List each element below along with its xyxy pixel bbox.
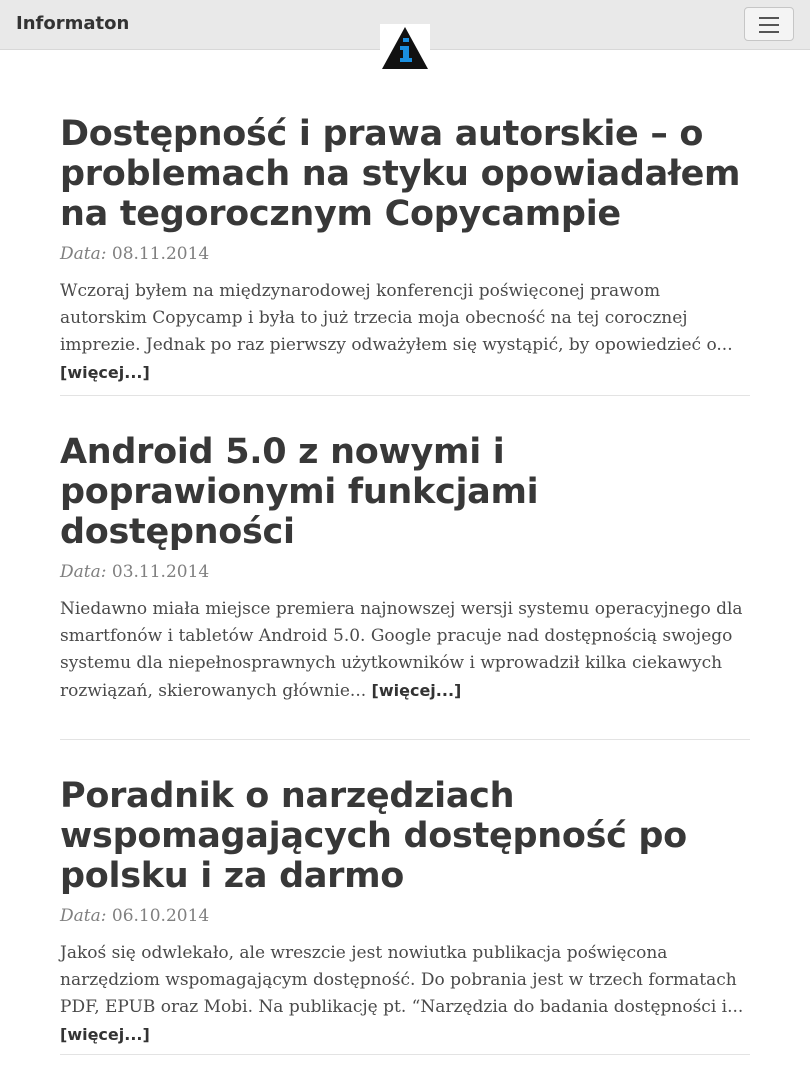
hamburger-menu-icon xyxy=(759,17,779,19)
post-excerpt: Jakoś się odwlekało, ale wreszcie jest n… xyxy=(60,940,750,1049)
post-list: Dostępność i prawa autorskie – o problem… xyxy=(60,114,750,1055)
brand-link[interactable]: Informaton xyxy=(16,13,129,34)
post-item: Android 5.0 z nowymi i poprawionymi funk… xyxy=(60,432,750,740)
post-excerpt: Niedawno miała miejsce premiera najnowsz… xyxy=(60,596,750,705)
read-more-link[interactable]: [więcej...] xyxy=(60,1025,150,1044)
post-title[interactable]: Dostępność i prawa autorskie – o problem… xyxy=(60,114,750,234)
read-more-link[interactable]: [więcej...] xyxy=(60,363,150,382)
post-title[interactable]: Android 5.0 z nowymi i poprawionymi funk… xyxy=(60,432,750,552)
post-date: Data: 03.11.2014 xyxy=(60,562,750,582)
post-excerpt-text: Jakoś się odwlekało, ale wreszcie jest n… xyxy=(60,943,744,1017)
post-item: Dostępność i prawa autorskie – o problem… xyxy=(60,114,750,396)
post-excerpt: Wczoraj byłem na międzynarodowej konfere… xyxy=(60,278,750,387)
hamburger-menu-button[interactable] xyxy=(744,7,794,41)
read-more-link[interactable]: [więcej...] xyxy=(372,681,462,700)
post-date: Data: 06.10.2014 xyxy=(60,906,750,926)
post-excerpt-text: Wczoraj byłem na międzynarodowej konfere… xyxy=(60,281,733,355)
info-triangle-logo-icon[interactable] xyxy=(380,24,430,70)
post-date: Data: 08.11.2014 xyxy=(60,244,750,264)
post-date-value: 03.11.2014 xyxy=(111,562,210,582)
post-date-label: Data: xyxy=(60,244,107,264)
top-navbar: Informaton xyxy=(0,0,810,70)
post-title[interactable]: Poradnik o narzędziach wspomagających do… xyxy=(60,776,750,896)
post-date-label: Data: xyxy=(60,562,107,582)
post-date-label: Data: xyxy=(60,906,107,926)
post-date-value: 06.10.2014 xyxy=(111,906,210,926)
post-date-value: 08.11.2014 xyxy=(111,244,210,264)
post-item: Poradnik o narzędziach wspomagających do… xyxy=(60,776,750,1055)
